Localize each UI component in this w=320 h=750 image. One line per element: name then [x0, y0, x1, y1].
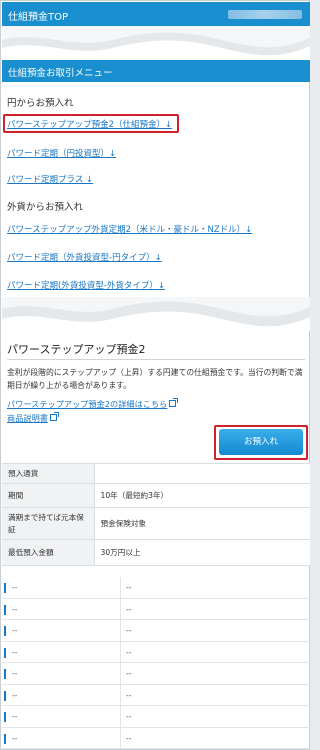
row-marker [4, 604, 6, 615]
column-divider [120, 727, 121, 748]
column-divider [120, 598, 121, 619]
list-row: -- -- [2, 663, 310, 685]
spec-label: 期間 [2, 483, 95, 508]
link-powered-fx-fx-type[interactable]: パワード定期(外貨投資型-外貨タイプ）↓ [7, 279, 165, 291]
spec-label: 最低預入金額 [2, 539, 95, 566]
spec-label: 預入通貨 [2, 463, 95, 484]
column-divider [120, 684, 121, 705]
link-powered-teiki-plus[interactable]: パワード定期プラス ↓ [7, 173, 93, 185]
link-power-stepup-deposit2[interactable]: パワーステップアップ預金2（仕組預金）↓ [7, 118, 172, 130]
list-row: -- -- [2, 727, 310, 749]
spec-row: 預入通貨 [2, 463, 310, 484]
list-cell: -- [12, 647, 18, 657]
list-cell: -- [12, 690, 18, 700]
row-marker [4, 690, 6, 701]
link-powered-fx-yen-type[interactable]: パワード定期（外貨投資型-円タイプ）↓ [7, 251, 162, 263]
list-cell: -- [12, 626, 18, 635]
spec-value: 10年（最短約3年） [94, 483, 310, 508]
list-cell: -- [12, 669, 18, 678]
list-cell: -- [126, 669, 132, 678]
spec-row: 満期まで持てば元本保証 預金保険対象 [2, 507, 310, 540]
spec-value [94, 463, 310, 484]
list-row: -- -- [2, 598, 310, 620]
row-marker [4, 712, 6, 722]
spec-value: 預金保険対象 [94, 507, 310, 540]
external-window-icon [169, 398, 179, 407]
row-marker [4, 583, 6, 593]
external-window-icon [49, 412, 59, 421]
column-divider [120, 620, 121, 641]
spec-label: 満期まで持てば元本保証 [2, 507, 95, 540]
list-cell: -- [12, 733, 18, 743]
yen-group-title: 円からお預入れ [7, 98, 74, 109]
list-row: -- -- [2, 641, 310, 663]
spec-value: 30万円以上 [94, 539, 310, 566]
torn-edge-divider-2 [2, 297, 310, 331]
list-row: -- -- [2, 577, 310, 599]
phone-screen: 仕組預金TOP 仕組預金お取引メニュー 円からお預入れ パワーステップアップ預金… [0, 0, 310, 750]
column-divider [120, 577, 121, 598]
spec-row: 最低預入金額 30万円以上 [2, 539, 310, 566]
menu-section-header: 仕組預金お取引メニュー [2, 60, 310, 82]
link-powered-teiki-yen[interactable]: パワード定期（円投資型）↓ [7, 147, 116, 159]
list-cell: -- [126, 626, 132, 635]
column-divider [120, 641, 121, 662]
list-cell: -- [12, 604, 18, 614]
row-marker [4, 733, 6, 744]
product-doc-link-label: 商品説明書 [7, 413, 48, 423]
list-cell: -- [12, 712, 18, 721]
list-cell: -- [126, 583, 132, 592]
blurred-user-info [228, 10, 302, 19]
menu-section-title: 仕組預金お取引メニュー [8, 68, 113, 79]
fx-group-title: 外貨からお預入れ [7, 202, 84, 213]
product-title: パワーステップアップ預金2 [7, 343, 146, 356]
top-header-bar: 仕組預金TOP [2, 2, 310, 26]
placeholder-list: -- -- -- -- -- -- -- -- -- -- -- -- -- -- -- -- [2, 577, 310, 749]
list-cell: -- [12, 583, 18, 592]
row-marker [4, 669, 6, 679]
list-row: -- -- [2, 706, 310, 728]
product-detail-link[interactable]: パワーステップアップ預金2の詳細はこちら [7, 398, 179, 410]
row-marker [4, 647, 6, 658]
top-header-title[interactable]: 仕組預金TOP [8, 8, 68, 23]
product-doc-link[interactable]: 商品説明書 [7, 412, 59, 424]
product-description-text: 金利が段階的にステップアップ（上昇）する円建ての仕組預金です。当行の判断で満期日… [7, 368, 303, 390]
list-cell: -- [126, 647, 132, 657]
column-divider [120, 706, 121, 727]
spec-row: 期間 10年（最短約3年） [2, 483, 310, 508]
column-divider [120, 663, 121, 684]
row-marker [4, 626, 6, 636]
list-cell: -- [126, 604, 132, 614]
list-cell: -- [126, 690, 132, 700]
list-cell: -- [126, 733, 132, 743]
product-spec-table: 預入通貨 期間 10年（最短約3年） 満期まで持てば元本保証 預金保険対象 最低… [2, 463, 310, 566]
list-row: -- -- [2, 620, 310, 642]
product-title-divider [7, 359, 305, 360]
link-power-stepup-fx2[interactable]: パワーステップアップ外貨定期2（米ドル・豪ドル・NZドル）↓ [7, 223, 252, 235]
torn-edge-divider [2, 26, 310, 60]
deposit-button[interactable]: お預入れ [219, 429, 303, 455]
product-description: 金利が段階的にステップアップ（上昇）する円建ての仕組預金です。当行の判断で満期日… [7, 366, 305, 392]
list-cell: -- [126, 712, 132, 721]
product-detail-link-label: パワーステップアップ預金2の詳細はこちら [7, 399, 168, 409]
list-row: -- -- [2, 684, 310, 706]
